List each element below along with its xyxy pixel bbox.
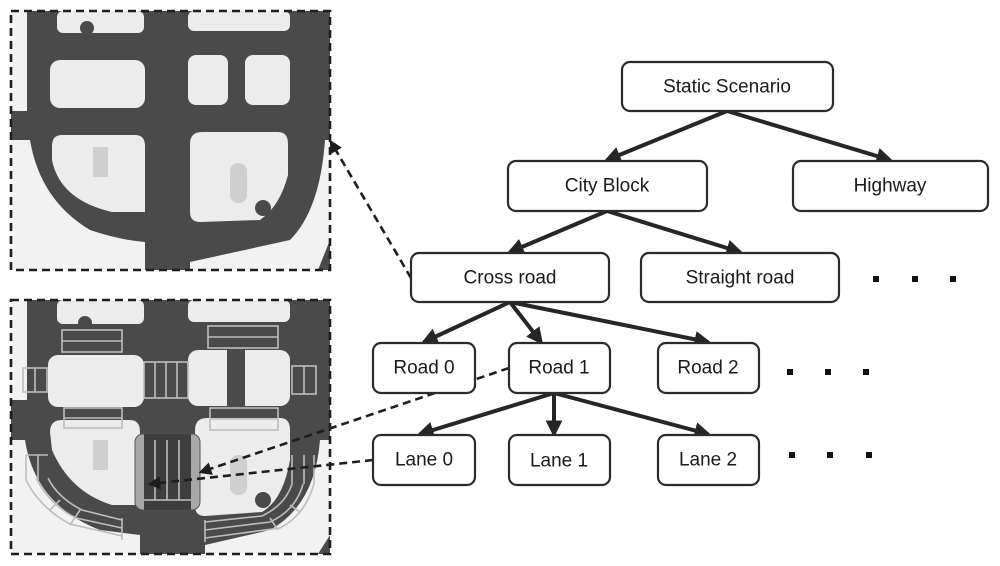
map-link-cross-road-to-top-map [329, 139, 413, 279]
node-static-scenario: Static Scenario [620, 60, 835, 113]
ellipsis-dot [950, 276, 956, 282]
node-label: Road 0 [393, 358, 454, 379]
edge-cross-road-to-road-0 [420, 300, 511, 344]
node-lane-2: Lane 2 [656, 433, 761, 487]
node-road-0: Road 0 [371, 341, 477, 395]
node-label: Road 1 [528, 358, 589, 379]
ellipsis-dot [825, 369, 831, 375]
bottom-map-block [57, 300, 144, 324]
node-lane-0: Lane 0 [371, 433, 477, 487]
top-map-block [245, 55, 290, 105]
bottom-map-cul-de-sac [78, 316, 92, 330]
top-map-building [93, 147, 108, 177]
ellipsis-dot [787, 369, 793, 375]
ellipsis-road-2 [787, 369, 869, 375]
edge-static-scenario-to-city-block [603, 109, 728, 163]
edge-static-scenario-to-highway [726, 109, 894, 165]
node-cross-road: Cross road [409, 251, 611, 304]
node-label: City Block [565, 176, 650, 197]
node-straight-road: Straight road [639, 251, 841, 304]
ellipsis-dot [863, 369, 869, 375]
node-city-block: City Block [506, 159, 709, 213]
bottom-map-block [48, 355, 144, 407]
top-map-cul-de-sac [255, 200, 271, 216]
ellipsis-straight-road [873, 276, 956, 282]
edge-road-1-to-lane-2 [553, 391, 712, 439]
bottom-map [11, 300, 330, 554]
edge-city-block-to-straight-road [606, 209, 744, 257]
node-highway: Highway [791, 159, 990, 213]
node-label: Straight road [686, 268, 795, 289]
top-map-cul-de-sac [80, 21, 94, 35]
bottom-map-road [227, 350, 245, 406]
node-road-1: Road 1 [507, 341, 612, 395]
bottom-map-block [188, 300, 290, 322]
node-label: Lane 2 [679, 450, 737, 471]
node-label: Lane 1 [530, 451, 588, 472]
ellipsis-dot [789, 452, 795, 458]
node-label: Static Scenario [663, 77, 791, 98]
edge-cross-road-to-road-2 [509, 300, 712, 348]
ellipsis-dot [912, 276, 918, 282]
top-map-block [188, 55, 228, 105]
bottom-map-ground [11, 300, 27, 400]
node-lane-1: Lane 1 [507, 433, 612, 487]
node-label: Road 2 [677, 358, 738, 379]
scenario-hierarchy-diagram: Static Scenario City Block Highway Cross… [9, 9, 990, 556]
ellipsis-lane-2 [789, 452, 872, 458]
top-map-block [57, 11, 144, 33]
ellipsis-dot [827, 452, 833, 458]
edge-city-block-to-cross-road [506, 209, 608, 255]
node-label: Highway [854, 176, 927, 197]
edge-road-1-to-lane-0 [416, 391, 555, 439]
node-label: Cross road [464, 268, 557, 289]
top-map-building [230, 163, 247, 203]
bottom-map-cul-de-sac [255, 492, 271, 508]
top-map [11, 11, 330, 270]
top-map-ground [11, 11, 27, 111]
top-map-block [188, 11, 290, 31]
ellipsis-dot [873, 276, 879, 282]
node-road-2: Road 2 [656, 341, 761, 395]
ellipsis-dot [866, 452, 872, 458]
node-label: Lane 0 [395, 450, 453, 471]
top-map-block [50, 60, 145, 108]
bottom-map-building [93, 440, 108, 470]
